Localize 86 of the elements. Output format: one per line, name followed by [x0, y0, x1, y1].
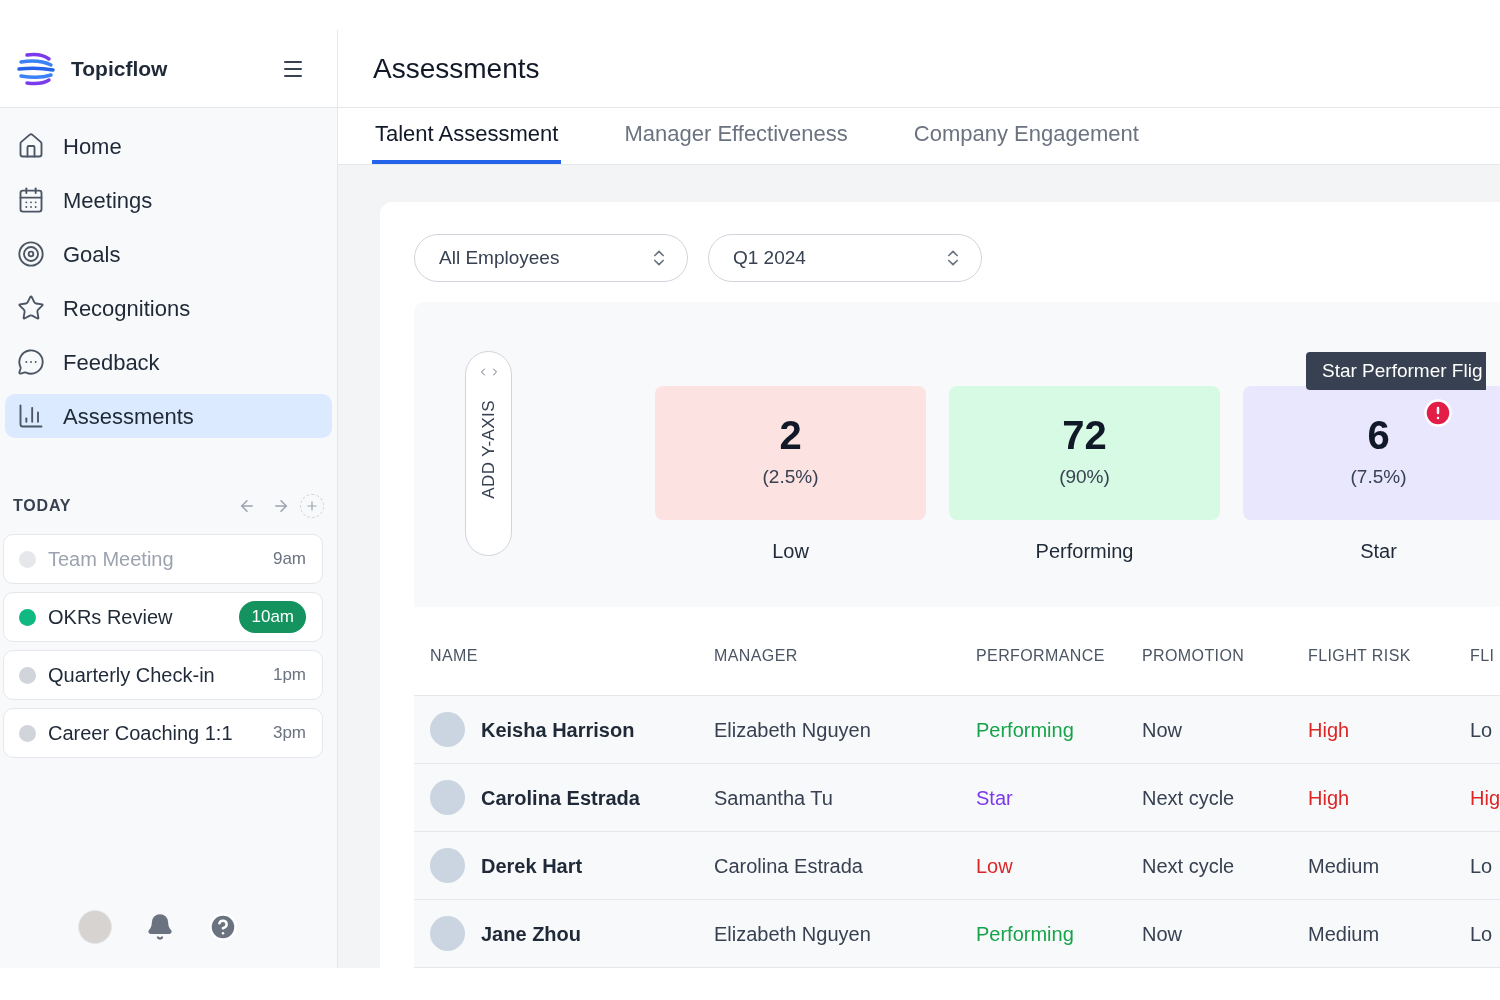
column-header: FLIGHT RISK	[1307, 646, 1412, 666]
brand-name: Topicflow	[71, 55, 168, 82]
nav-item[interactable]: Feedback	[5, 340, 332, 384]
tab[interactable]: Company Engagement	[910, 117, 1142, 164]
time-badge: 10am	[239, 601, 306, 633]
meeting-time: 9am	[272, 548, 306, 571]
avatar	[430, 712, 465, 747]
table-cell-text: Medium	[1307, 921, 1381, 947]
section-heading: TODAY	[13, 496, 72, 516]
tab[interactable]: Talent Assessment	[372, 117, 562, 164]
table-cell-text: Star	[975, 785, 1014, 811]
nav-item[interactable]: Home	[5, 124, 332, 168]
bucket-label: Performing	[1035, 539, 1134, 564]
table-cell-text: Elizabeth Nguyen	[713, 717, 872, 743]
meeting-card[interactable]: Quarterly Check-in 1pm	[3, 650, 323, 700]
alert-icon	[1423, 398, 1453, 428]
table-cell-text: Performing	[975, 717, 1075, 743]
table-cell-text: Samantha Tu	[713, 785, 834, 811]
bucket-card[interactable]: 6 (7.5%)	[1243, 386, 1500, 520]
table-cell-text: High	[1307, 717, 1351, 743]
meeting-time: 1pm	[272, 664, 306, 687]
table-cell-text: Hig	[1469, 785, 1500, 811]
notification-icon[interactable]	[146, 913, 174, 941]
meeting-card[interactable]: OKRs Review 10am	[3, 592, 323, 642]
employee-name[interactable]: Carolina Estrada	[481, 782, 640, 813]
avatar	[430, 848, 465, 883]
table-cell-text: Performing	[975, 921, 1075, 947]
nav-item[interactable]: Recognitions	[5, 286, 332, 330]
bucket-label: Star	[1360, 539, 1397, 564]
employee-name[interactable]: Jane Zhou	[481, 918, 581, 949]
nav-item[interactable]: Assessments	[5, 394, 332, 438]
previous-button[interactable]	[238, 497, 256, 515]
table-cell-text: Next cycle	[1141, 785, 1236, 811]
column-header: FLI	[1469, 646, 1496, 666]
help-icon[interactable]	[208, 912, 238, 942]
table-cell-text: Carolina Estrada	[713, 853, 864, 879]
bucket-count: 2	[779, 414, 802, 455]
bucket-share: (2.5%)	[762, 464, 819, 489]
avatar	[430, 780, 465, 815]
employee-name[interactable]: Derek Hart	[481, 850, 583, 881]
avatar	[430, 916, 465, 951]
meeting-card[interactable]: Team Meeting 9am	[3, 534, 323, 584]
table-cell-text: Elizabeth Nguyen	[713, 921, 872, 947]
arrow-right-icon	[272, 497, 290, 515]
employee-name[interactable]: Keisha Harrison	[481, 714, 635, 745]
bucket-share: (7.5%)	[1350, 464, 1407, 489]
tab[interactable]: Manager Effectiveness	[621, 117, 851, 164]
table-cell-text: Lo	[1469, 717, 1494, 743]
bucket-card[interactable]: 72 (90%)	[949, 386, 1220, 520]
column-header: PROMOTION	[1141, 646, 1246, 666]
table-cell-text: Medium	[1307, 853, 1381, 879]
chat-icon	[17, 348, 45, 376]
add-y-axis-button[interactable]: ADD Y-AXIS	[465, 351, 512, 556]
meeting-title: Career Coaching 1:1	[48, 721, 233, 746]
nav-item[interactable]: Goals	[5, 232, 332, 276]
meeting-time: 3pm	[272, 722, 306, 745]
home-icon	[17, 132, 45, 160]
nav-item[interactable]: Meetings	[5, 178, 332, 222]
table-cell-text: Next cycle	[1141, 853, 1236, 879]
table-cell-text: Now	[1141, 921, 1183, 947]
table-cell-text: High	[1307, 785, 1351, 811]
table-cell-text: Now	[1141, 717, 1183, 743]
calendar-icon	[17, 186, 45, 214]
meeting-title: Quarterly Check-in	[48, 663, 215, 688]
meeting-title: Team Meeting	[48, 547, 174, 572]
next-button[interactable]	[272, 497, 290, 515]
bucket-label: Low	[772, 539, 809, 564]
column-header: MANAGER	[713, 646, 799, 666]
bucket-card[interactable]: 2 (2.5%)	[655, 386, 926, 520]
tooltip: Star Performer Flig	[1306, 352, 1487, 390]
bar-chart-icon	[17, 402, 45, 430]
star-icon	[17, 294, 45, 322]
column-header: NAME	[429, 646, 479, 666]
plus-icon	[305, 499, 319, 513]
table-cell-text: Low	[975, 853, 1014, 879]
target-icon	[17, 240, 45, 268]
bucket-count: 6	[1367, 414, 1390, 455]
table-cell-text: Lo	[1469, 921, 1494, 947]
meeting-title: OKRs Review	[48, 605, 173, 630]
column-header: PERFORMANCE	[975, 646, 1106, 666]
table-cell-text: Lo	[1469, 853, 1494, 879]
page-title: Assessments	[373, 51, 540, 86]
bucket-share: (90%)	[1059, 464, 1110, 489]
bucket-count: 72	[1062, 414, 1107, 455]
meeting-card[interactable]: Career Coaching 1:1 3pm	[3, 708, 323, 758]
avatar[interactable]	[78, 910, 112, 944]
